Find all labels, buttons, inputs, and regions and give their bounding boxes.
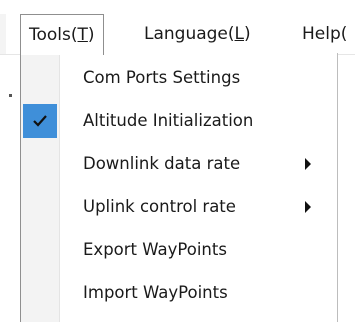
menu-item-label: Export WayPoints — [83, 240, 227, 259]
menu-bar-edge — [0, 14, 6, 54]
menu-item-label: Import WayPoints — [83, 283, 228, 302]
menu-language[interactable]: Language(L) — [144, 14, 251, 54]
menu-tools-close: ) — [87, 25, 95, 45]
menu-item-label: Uplink control rate — [83, 197, 236, 216]
menu-help-label: Help( — [302, 24, 348, 44]
screen: Tools(T) Language(L) Help( Com Ports Set… — [0, 0, 355, 322]
menu-item-label: Downlink data rate — [83, 154, 241, 173]
menu-item-label: Altitude Initialization — [83, 111, 254, 130]
menu-language-mnemonic: L — [234, 24, 245, 44]
menu-item-export-waypoints[interactable]: Export WayPoints — [21, 229, 337, 271]
menu-language-close: ) — [244, 24, 251, 44]
menu-item-import-waypoints[interactable]: Import WayPoints — [21, 272, 337, 314]
background-speck — [9, 94, 12, 97]
menu-item-label: Com Ports Settings — [83, 68, 241, 87]
menu-item-altitude-initialization[interactable]: Altitude Initialization — [21, 100, 337, 142]
menu-tools-mnemonic: T — [77, 25, 88, 45]
submenu-arrow-icon — [305, 201, 311, 213]
menu-language-label: Language( — [144, 24, 235, 44]
menu-item-uplink-control-rate[interactable]: Uplink control rate — [21, 186, 337, 228]
menu-item-com-ports-settings[interactable]: Com Ports Settings — [21, 57, 337, 99]
menu-help[interactable]: Help( — [302, 14, 347, 54]
check-icon — [23, 104, 57, 138]
menu-bar: Tools(T) Language(L) Help( — [0, 14, 355, 55]
menu-tools-label: Tools( — [29, 25, 78, 45]
menu-tools[interactable]: Tools(T) — [20, 14, 104, 55]
submenu-arrow-icon — [305, 158, 311, 170]
menu-item-downlink-data-rate[interactable]: Downlink data rate — [21, 143, 337, 185]
tools-dropdown-menu: Com Ports Settings Altitude Initializati… — [20, 53, 338, 322]
